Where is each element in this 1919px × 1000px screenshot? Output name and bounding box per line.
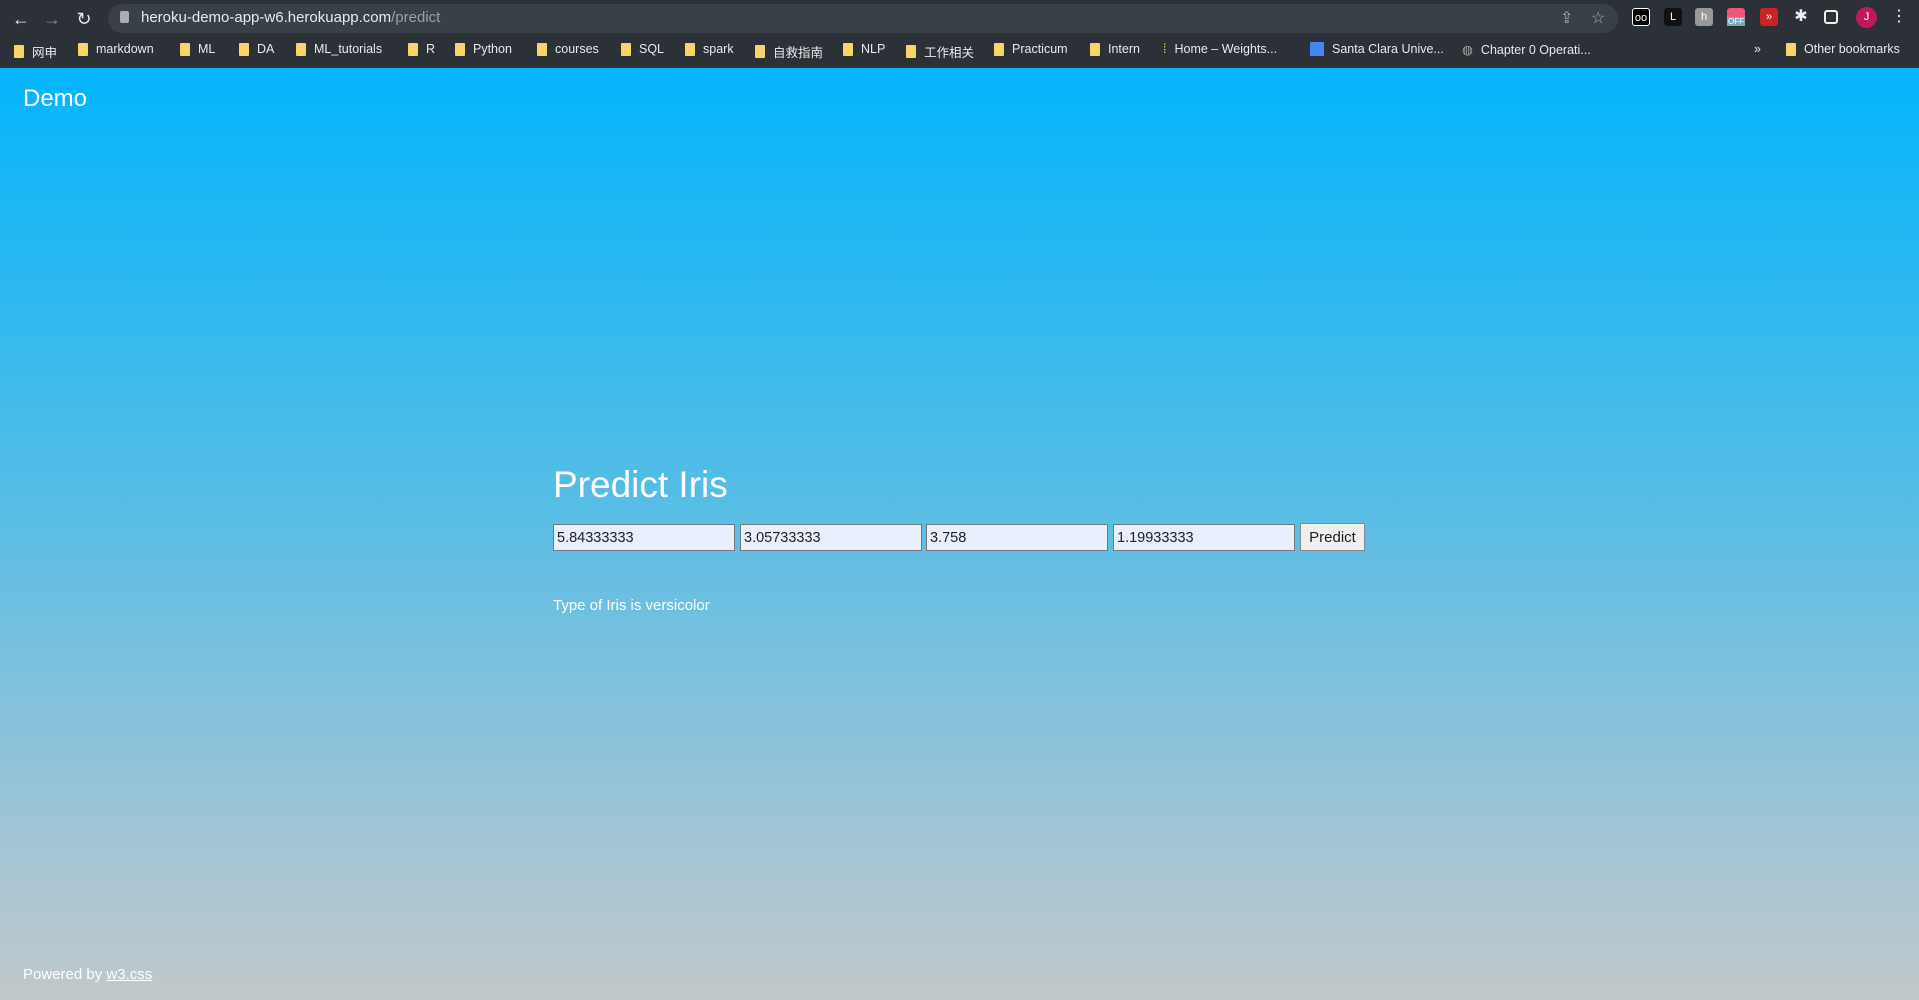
more-bookmarks-button[interactable]: » (1754, 42, 1761, 56)
folder-icon (843, 42, 853, 56)
bookmark-label: spark (703, 42, 734, 56)
folder-icon (180, 42, 190, 56)
folder-icon (685, 42, 695, 56)
bookmark-label: Other bookmarks (1804, 42, 1900, 56)
folder-icon (296, 42, 306, 56)
calendar-icon (1310, 42, 1324, 56)
address-bar[interactable]: heroku-demo-app-w6.herokuapp.com/predict… (108, 4, 1618, 33)
footer: Powered by w3.css (23, 966, 152, 983)
footer-text: Powered by (23, 966, 107, 983)
extension-icon[interactable]: h (1695, 8, 1713, 26)
folder-icon (621, 42, 631, 56)
folder-icon (14, 45, 24, 58)
bookmark-item[interactable]: ML_tutorials (296, 42, 382, 56)
other-bookmarks[interactable]: Other bookmarks (1786, 42, 1900, 56)
page-content: Demo Predict Iris Predict Type of Iris i… (0, 68, 1919, 1000)
brand-title[interactable]: Demo (23, 85, 87, 113)
bookmark-label: Practicum (1012, 42, 1068, 56)
folder-icon (755, 45, 765, 58)
extension-icon[interactable]: oo (1632, 8, 1650, 26)
bookmark-label: ML (198, 42, 216, 56)
bookmark-item[interactable]: 工作相关 (906, 42, 974, 61)
bookmark-item[interactable]: Intern (1090, 42, 1140, 56)
bookmark-label: 工作相关 (924, 46, 975, 60)
extension-icon[interactable]: » (1760, 8, 1778, 26)
reload-button[interactable]: ↻ (71, 6, 97, 32)
more-label: » (1754, 42, 1761, 56)
bookmark-item[interactable]: NLP (843, 42, 885, 56)
bookmark-item[interactable]: ML (180, 42, 215, 56)
folder-icon (78, 42, 88, 56)
folder-icon (537, 42, 547, 56)
folder-icon (906, 45, 916, 58)
sepal-width-input[interactable] (740, 524, 922, 551)
back-button[interactable]: ← (8, 6, 34, 32)
bookmark-label: 网申 (32, 46, 58, 60)
predict-button[interactable]: Predict (1300, 523, 1365, 551)
bookmark-item[interactable]: courses (537, 42, 599, 56)
bookmark-label: DA (257, 42, 275, 56)
url-host: heroku-demo-app-w6.herokuapp.com (141, 9, 392, 26)
prediction-result: Type of Iris is versicolor (553, 597, 710, 614)
bookmark-label: Santa Clara Unive... (1332, 42, 1444, 56)
folder-icon (1090, 42, 1100, 56)
side-panel-icon[interactable] (1824, 10, 1838, 24)
bookmark-item[interactable]: 网申 (14, 42, 57, 61)
wandb-icon: ⁞ (1163, 42, 1167, 56)
bookmark-item[interactable]: 自救指南 (755, 42, 823, 61)
bookmark-label: Home – Weights... (1174, 42, 1278, 56)
avatar[interactable]: J (1856, 7, 1877, 28)
bookmark-item[interactable]: DA (239, 42, 274, 56)
extension-icon[interactable]: L (1664, 8, 1682, 26)
lock-icon (120, 11, 129, 23)
bookmark-item[interactable]: SQL (621, 42, 664, 56)
bookmark-item[interactable]: Santa Clara Unive... (1310, 42, 1444, 56)
bookmark-label: Python (473, 42, 512, 56)
bookmark-star-icon[interactable]: ☆ (1591, 8, 1605, 28)
bookmark-label: NLP (861, 42, 886, 56)
globe-icon: ◍ (1462, 43, 1473, 57)
share-icon[interactable]: ⇪ (1560, 8, 1573, 28)
avatar-letter: J (1863, 11, 1870, 23)
browser-chrome: ← → ↻ heroku-demo-app-w6.herokuapp.com/p… (0, 0, 1919, 68)
bookmark-label: SQL (639, 42, 665, 56)
w3css-link[interactable]: w3.css (106, 966, 152, 983)
extension-off-icon[interactable]: OFF (1727, 8, 1745, 26)
menu-icon[interactable]: ⋮ (1890, 8, 1908, 26)
ext-off-label: OFF (1727, 17, 1745, 26)
bookmark-label: R (426, 42, 436, 56)
folder-icon (239, 42, 249, 56)
bookmark-label: courses (555, 42, 599, 56)
bookmark-label: Intern (1108, 42, 1140, 56)
bookmark-label: Chapter 0 Operati... (1480, 42, 1591, 57)
bookmark-item[interactable]: spark (685, 42, 734, 56)
folder-icon (994, 42, 1004, 56)
sepal-length-input[interactable] (553, 524, 735, 551)
bookmark-label: 自救指南 (773, 46, 824, 60)
extensions-puzzle-icon[interactable]: ✱ (1792, 8, 1810, 26)
bookmark-item[interactable]: Practicum (994, 42, 1068, 56)
bookmark-item[interactable]: ◍ Chapter 0 Operati... (1462, 42, 1591, 58)
petal-length-input[interactable] (926, 524, 1108, 551)
petal-width-input[interactable] (1113, 524, 1295, 551)
bookmark-item[interactable]: ⁞ Home – Weights... (1163, 42, 1277, 56)
url-path: /predict (391, 9, 441, 26)
folder-icon (408, 42, 418, 56)
page-title: Predict Iris (553, 464, 728, 505)
bookmarks-bar: 网申 markdown ML DA ML_tutorials R Python … (0, 38, 1919, 64)
folder-icon (1786, 42, 1796, 56)
bookmark-item[interactable]: Python (455, 42, 512, 56)
bookmark-item[interactable]: markdown (78, 42, 154, 56)
forward-button[interactable]: → (39, 6, 65, 32)
folder-icon (455, 42, 465, 56)
bookmark-label: markdown (96, 42, 154, 56)
bookmark-item[interactable]: R (408, 42, 435, 56)
url-text[interactable]: heroku-demo-app-w6.herokuapp.com/predict (141, 9, 440, 26)
bookmark-label: ML_tutorials (314, 42, 383, 56)
